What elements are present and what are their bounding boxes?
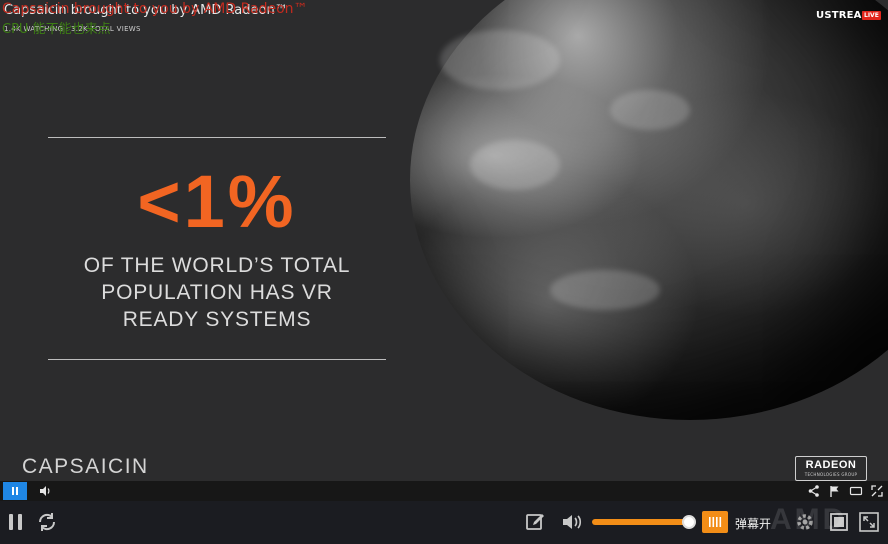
danmu-icon	[709, 517, 722, 527]
volume-icon[interactable]	[38, 484, 52, 498]
danmaku-comment: CPU 能不能也来点	[2, 22, 111, 37]
radeon-logo-word: RADEON	[805, 459, 857, 471]
pause-icon[interactable]	[6, 511, 26, 533]
slide-stat: <1%	[137, 160, 297, 243]
captions-icon[interactable]	[849, 484, 863, 498]
pause-icon	[12, 487, 18, 495]
slide-stat-description: OF THE WORLD’S TOTAL POPULATION HAS VR R…	[48, 252, 386, 333]
stream-info-overlay: Capsaicin brought to you by AMD Radeon™ …	[0, 0, 888, 40]
stat-description-line: POPULATION HAS VR	[101, 281, 333, 304]
share-icon[interactable]	[807, 484, 821, 498]
volume-slider[interactable]	[592, 519, 688, 525]
radeon-logo: RADEON TECHNOLOGIES GROUP	[795, 456, 867, 481]
slide-divider-bottom	[48, 359, 386, 360]
edit-icon[interactable]	[524, 511, 546, 533]
volume-slider-handle[interactable]	[682, 515, 696, 529]
capsaicin-logo: CAPSAICIN	[22, 455, 149, 478]
fullscreen-icon[interactable]	[858, 511, 880, 533]
danmu-toggle-label[interactable]: 弹幕开	[735, 515, 771, 532]
video-frame[interactable]: Capsaicin brought to you by AMD Radeon™ …	[0, 0, 888, 481]
flag-icon[interactable]	[828, 484, 842, 498]
fullscreen-icon[interactable]	[870, 484, 884, 498]
live-badge: LIVE	[862, 11, 881, 20]
volume-icon[interactable]	[560, 511, 584, 533]
radeon-logo-subtitle: TECHNOLOGIES GROUP	[804, 472, 858, 477]
refresh-icon[interactable]	[36, 511, 58, 533]
danmaku-comment: Capsaicin brought to you by AMD Radeon™	[2, 1, 308, 17]
embedded-player-controls	[0, 481, 888, 501]
danmu-toggle-button[interactable]	[702, 511, 728, 533]
embedded-pause-button[interactable]	[3, 482, 27, 500]
slide-divider-top	[48, 137, 386, 138]
earth-image	[410, 0, 888, 420]
stat-description-line: READY SYSTEMS	[122, 308, 312, 331]
stat-description-line: OF THE WORLD’S TOTAL	[83, 254, 351, 277]
amd-watermark: AMD	[770, 503, 848, 536]
